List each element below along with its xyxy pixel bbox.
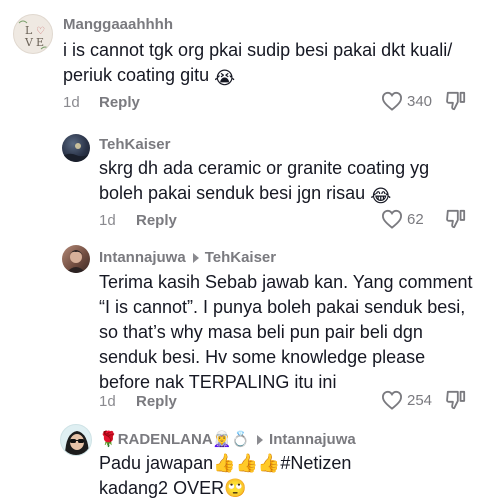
reply-username[interactable]: RADENLANA	[118, 431, 213, 448]
avatar[interactable]	[62, 245, 90, 273]
like-count: 340	[407, 92, 433, 110]
thumbs-down-icon	[446, 209, 466, 229]
heart-icon	[381, 390, 403, 410]
avatar-person-image	[66, 250, 86, 273]
heart-icon	[381, 209, 403, 229]
reply-time: 1d	[99, 393, 116, 410]
reply-username[interactable]: Intannajuwa	[99, 249, 186, 266]
comment-username[interactable]: Manggaaahhhh	[63, 16, 173, 33]
rose-emoji: 🌹	[99, 431, 118, 448]
reply-time: 1d	[99, 212, 116, 229]
thumbs-down-icon	[446, 390, 466, 410]
reply-username-line: 🌹RADENLANA🧝‍♀️💍 Intannajuwa	[99, 430, 356, 448]
reply-text: Padu jawapan👍👍👍#Netizen kadang2 OVER🙄	[99, 453, 352, 498]
like-button[interactable]: 254	[381, 390, 432, 410]
reply-username[interactable]: TehKaiser	[99, 136, 170, 153]
reply-arrow-icon	[257, 434, 264, 445]
thumbs-down-icon	[446, 91, 466, 111]
reply-button[interactable]: Reply	[136, 393, 177, 410]
dislike-button[interactable]	[445, 209, 467, 234]
dislike-button[interactable]	[445, 390, 467, 415]
like-count: 62	[407, 210, 424, 228]
reply-text: skrg dh ada ceramic or granite coating y…	[99, 156, 469, 209]
reply-button[interactable]: Reply	[99, 94, 140, 111]
replied-to-username[interactable]: TehKaiser	[205, 249, 276, 266]
avatar-hijab-sunglasses-image	[65, 431, 89, 455]
avatar[interactable]: L ♡ V E	[13, 14, 53, 54]
like-button[interactable]: 340	[381, 91, 432, 111]
avatar[interactable]	[60, 424, 92, 456]
like-button[interactable]: 62	[381, 209, 424, 229]
username-emojis: 🧝‍♀️💍	[212, 431, 251, 448]
avatar-love-image: L ♡ V E	[18, 20, 50, 50]
heart-icon	[381, 91, 403, 111]
comment-time: 1d	[63, 94, 80, 111]
crying-emoji: 😭	[214, 68, 236, 88]
like-count: 254	[407, 391, 433, 409]
reply-username-line: Intannajuwa TehKaiser	[99, 249, 276, 266]
laughing-emoji: 😂	[370, 186, 392, 206]
avatar-night-image	[62, 143, 90, 162]
reply-button[interactable]: Reply	[136, 212, 177, 229]
avatar[interactable]	[62, 134, 90, 162]
svg-text:V: V	[24, 36, 34, 49]
replied-to-username[interactable]: Intannajuwa	[269, 431, 356, 448]
dislike-button[interactable]	[445, 91, 467, 116]
comment-text: i is cannot tgk org pkai sudip besi paka…	[63, 38, 463, 91]
reply-text: Terima kasih Sebab jawab kan. Yang comme…	[99, 272, 473, 392]
reply-arrow-icon	[192, 252, 199, 263]
